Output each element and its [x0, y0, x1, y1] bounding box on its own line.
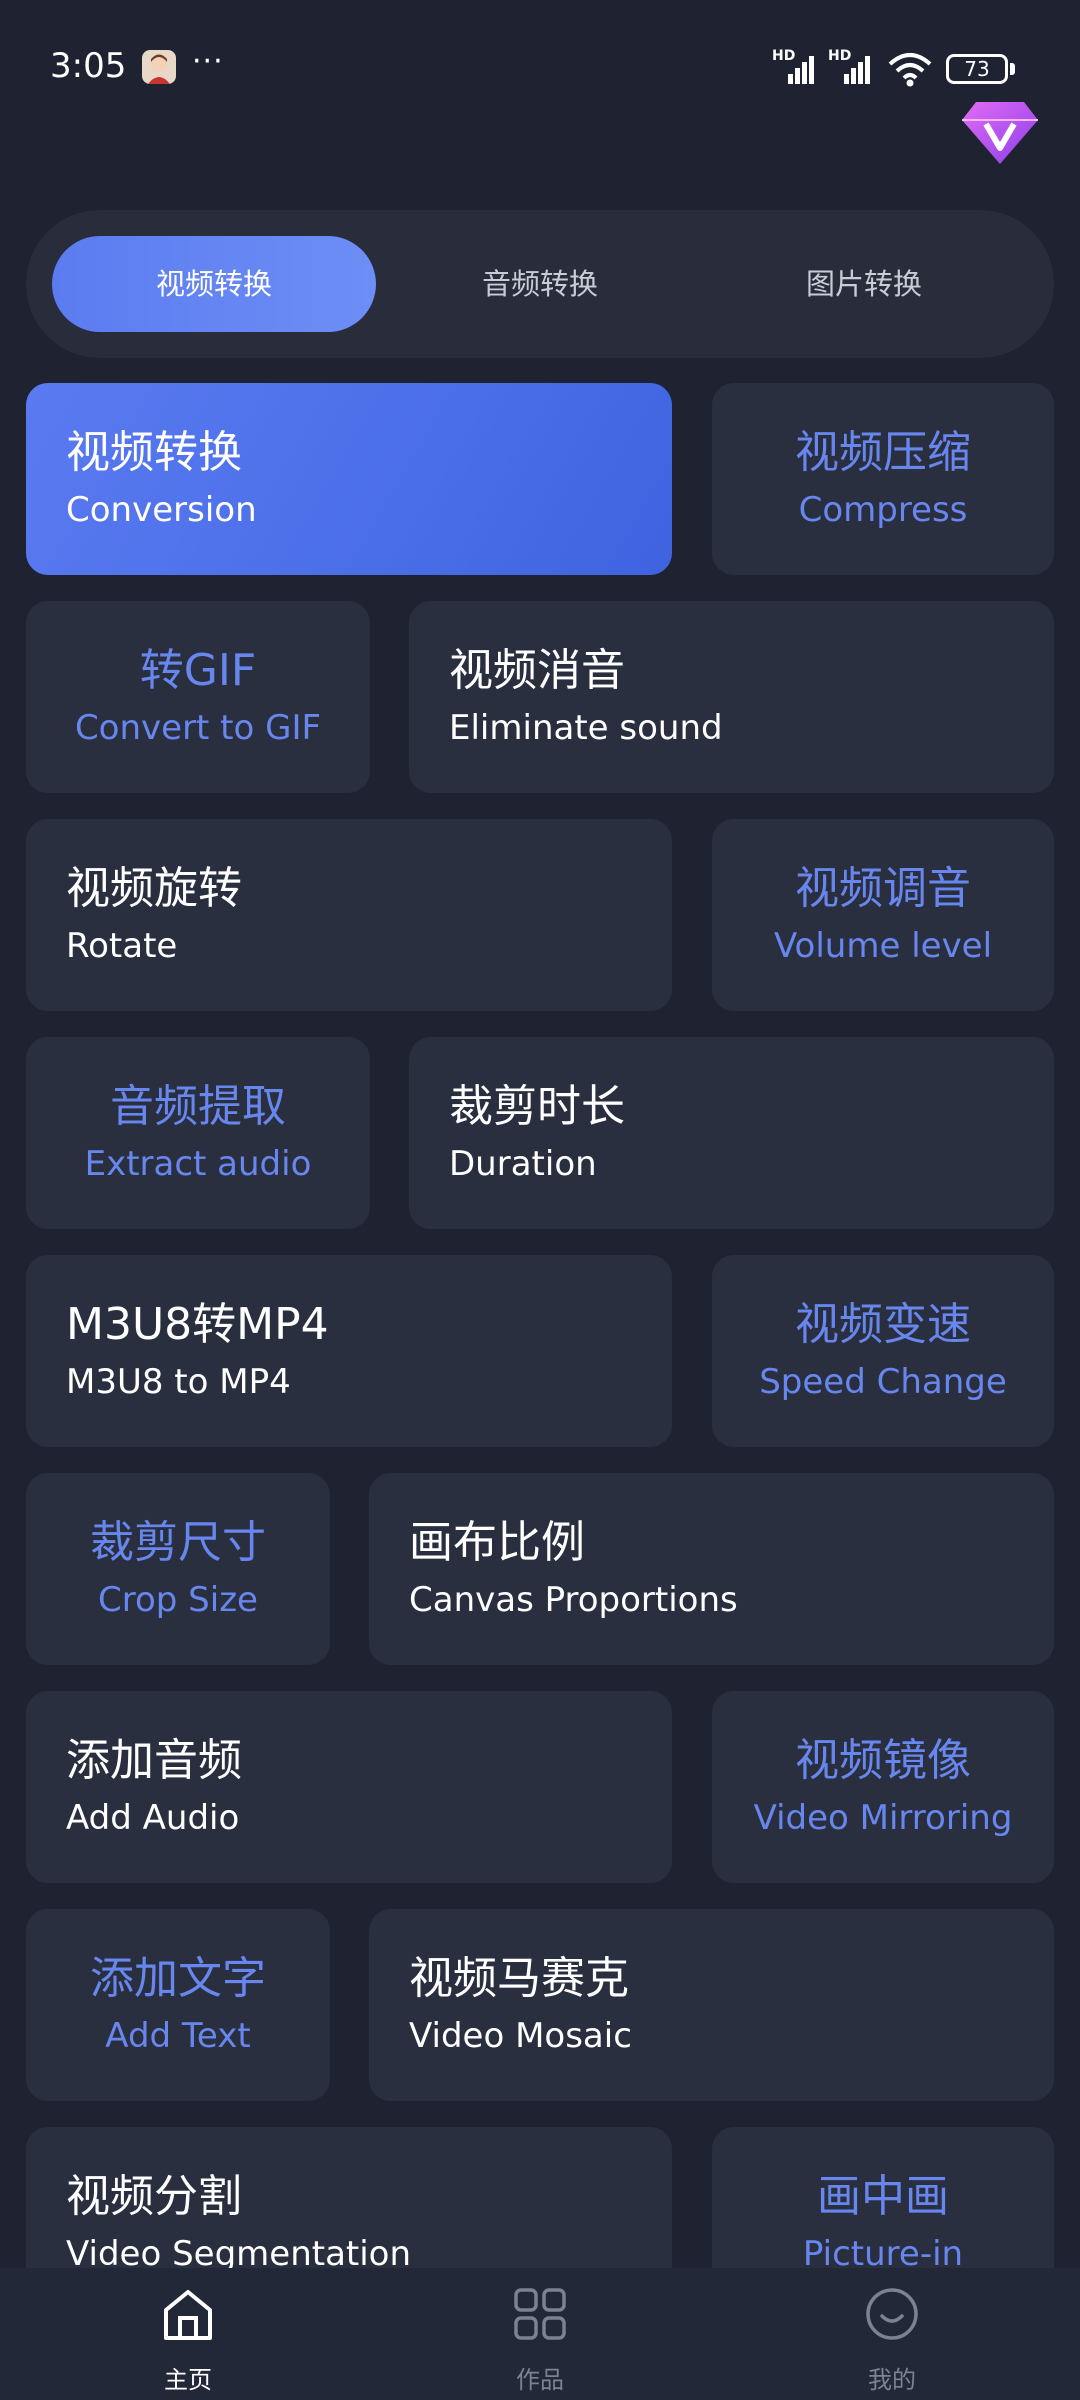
- tool-title: 视频转换: [66, 427, 242, 478]
- smile-icon: [866, 2288, 918, 2340]
- nav-label: 作品: [516, 2366, 564, 2394]
- tab-video-convert[interactable]: 视频转换: [52, 236, 376, 332]
- tool-title: 视频镜像: [795, 1735, 971, 1786]
- tool-title: 添加文字: [90, 1953, 266, 2004]
- home-screen: 3:05 ··· HD HD 73 视频转换 音频转换 图片转换 视频转换 Co…: [0, 0, 1080, 2400]
- tool-subtitle: Video Mosaic: [409, 2016, 632, 2056]
- tool-subtitle: Volume level: [773, 926, 993, 966]
- tool-card-rotate[interactable]: 视频旋转 Rotate: [26, 819, 672, 1011]
- tool-card-eliminate-sound[interactable]: 视频消音 Eliminate sound: [409, 601, 1054, 793]
- tool-subtitle: Convert to GIF: [74, 708, 322, 748]
- tool-subtitle: Extract audio: [84, 1144, 312, 1184]
- grid-icon: [514, 2288, 566, 2340]
- tool-card-extract-audio[interactable]: 音频提取 Extract audio: [26, 1037, 370, 1229]
- wifi-icon: [888, 53, 932, 87]
- nav-home[interactable]: 主页: [88, 2268, 288, 2400]
- home-icon: [164, 2290, 212, 2340]
- status-bar: 3:05 ··· HD HD 73: [0, 0, 1080, 164]
- tool-subtitle: Conversion: [66, 490, 257, 530]
- tool-title: 画中画: [817, 2171, 949, 2222]
- tool-title: 音频提取: [110, 1081, 286, 1132]
- tool-subtitle: Eliminate sound: [449, 708, 723, 748]
- tool-card-gif[interactable]: 转GIF Convert to GIF: [26, 601, 370, 793]
- tab-image-convert[interactable]: 图片转换: [702, 236, 1026, 332]
- tool-card-add-audio[interactable]: 添加音频 Add Audio: [26, 1691, 672, 1883]
- status-time: 3:05: [50, 46, 127, 86]
- tool-title: 视频变速: [795, 1299, 971, 1350]
- tool-card-mirroring[interactable]: 视频镜像 Video Mirroring: [712, 1691, 1054, 1883]
- tool-subtitle: Speed Change: [759, 1362, 1007, 1402]
- more-notifications-icon: ···: [192, 44, 224, 79]
- tool-card-compress[interactable]: 视频压缩 Compress: [712, 383, 1054, 575]
- tool-card-m3u8[interactable]: M3U8转MP4 M3U8 to MP4: [26, 1255, 672, 1447]
- battery-tip: [1010, 63, 1015, 75]
- battery-icon: 73: [946, 54, 1008, 84]
- tool-title: 添加音频: [66, 1735, 242, 1786]
- tool-subtitle: Add Text: [105, 2016, 251, 2056]
- nav-works[interactable]: 作品: [440, 2268, 640, 2400]
- tool-subtitle: Rotate: [66, 926, 178, 966]
- tool-card-mosaic[interactable]: 视频马赛克 Video Mosaic: [369, 1909, 1054, 2101]
- tool-subtitle: Video Mirroring: [753, 1798, 1013, 1838]
- tool-card-add-text[interactable]: 添加文字 Add Text: [26, 1909, 330, 2101]
- tool-card-canvas[interactable]: 画布比例 Canvas Proportions: [369, 1473, 1054, 1665]
- tool-title: 视频旋转: [66, 863, 242, 914]
- tool-subtitle: Duration: [449, 1144, 597, 1184]
- tool-title: M3U8转MP4: [66, 1299, 329, 1350]
- tool-card-volume[interactable]: 视频调音 Volume level: [712, 819, 1054, 1011]
- vip-diamond-icon[interactable]: [960, 98, 1040, 166]
- tool-subtitle: M3U8 to MP4: [66, 1362, 291, 1402]
- signal-icon: [844, 56, 870, 84]
- tool-title: 视频马赛克: [409, 1953, 629, 2004]
- tool-title: 转GIF: [139, 645, 257, 696]
- notification-avatar-icon: [142, 50, 176, 84]
- tool-title: 裁剪尺寸: [90, 1517, 266, 1568]
- tool-card-duration[interactable]: 裁剪时长 Duration: [409, 1037, 1054, 1229]
- tool-title: 视频调音: [795, 863, 971, 914]
- tool-title: 视频分割: [66, 2171, 242, 2222]
- tool-title: 视频压缩: [795, 427, 971, 478]
- tool-subtitle: Compress: [798, 490, 968, 530]
- nav-mine[interactable]: 我的: [792, 2268, 992, 2400]
- signal-icon: [788, 56, 814, 84]
- tool-subtitle: Canvas Proportions: [409, 1580, 738, 1620]
- nav-label: 我的: [868, 2366, 916, 2394]
- bottom-nav: 主页 作品 我的: [0, 2268, 1080, 2400]
- tool-card-speed[interactable]: 视频变速 Speed Change: [712, 1255, 1054, 1447]
- tool-title: 裁剪时长: [449, 1081, 625, 1132]
- tool-title: 画布比例: [409, 1517, 585, 1568]
- nav-label: 主页: [164, 2366, 212, 2394]
- tool-card-conversion[interactable]: 视频转换 Conversion: [26, 383, 672, 575]
- tool-card-crop-size[interactable]: 裁剪尺寸 Crop Size: [26, 1473, 330, 1665]
- conversion-tabs: 视频转换 音频转换 图片转换: [26, 210, 1054, 358]
- tool-subtitle: Crop Size: [98, 1580, 258, 1620]
- tool-subtitle: Add Audio: [66, 1798, 240, 1838]
- tool-title: 视频消音: [449, 645, 625, 696]
- tab-audio-convert[interactable]: 音频转换: [378, 236, 702, 332]
